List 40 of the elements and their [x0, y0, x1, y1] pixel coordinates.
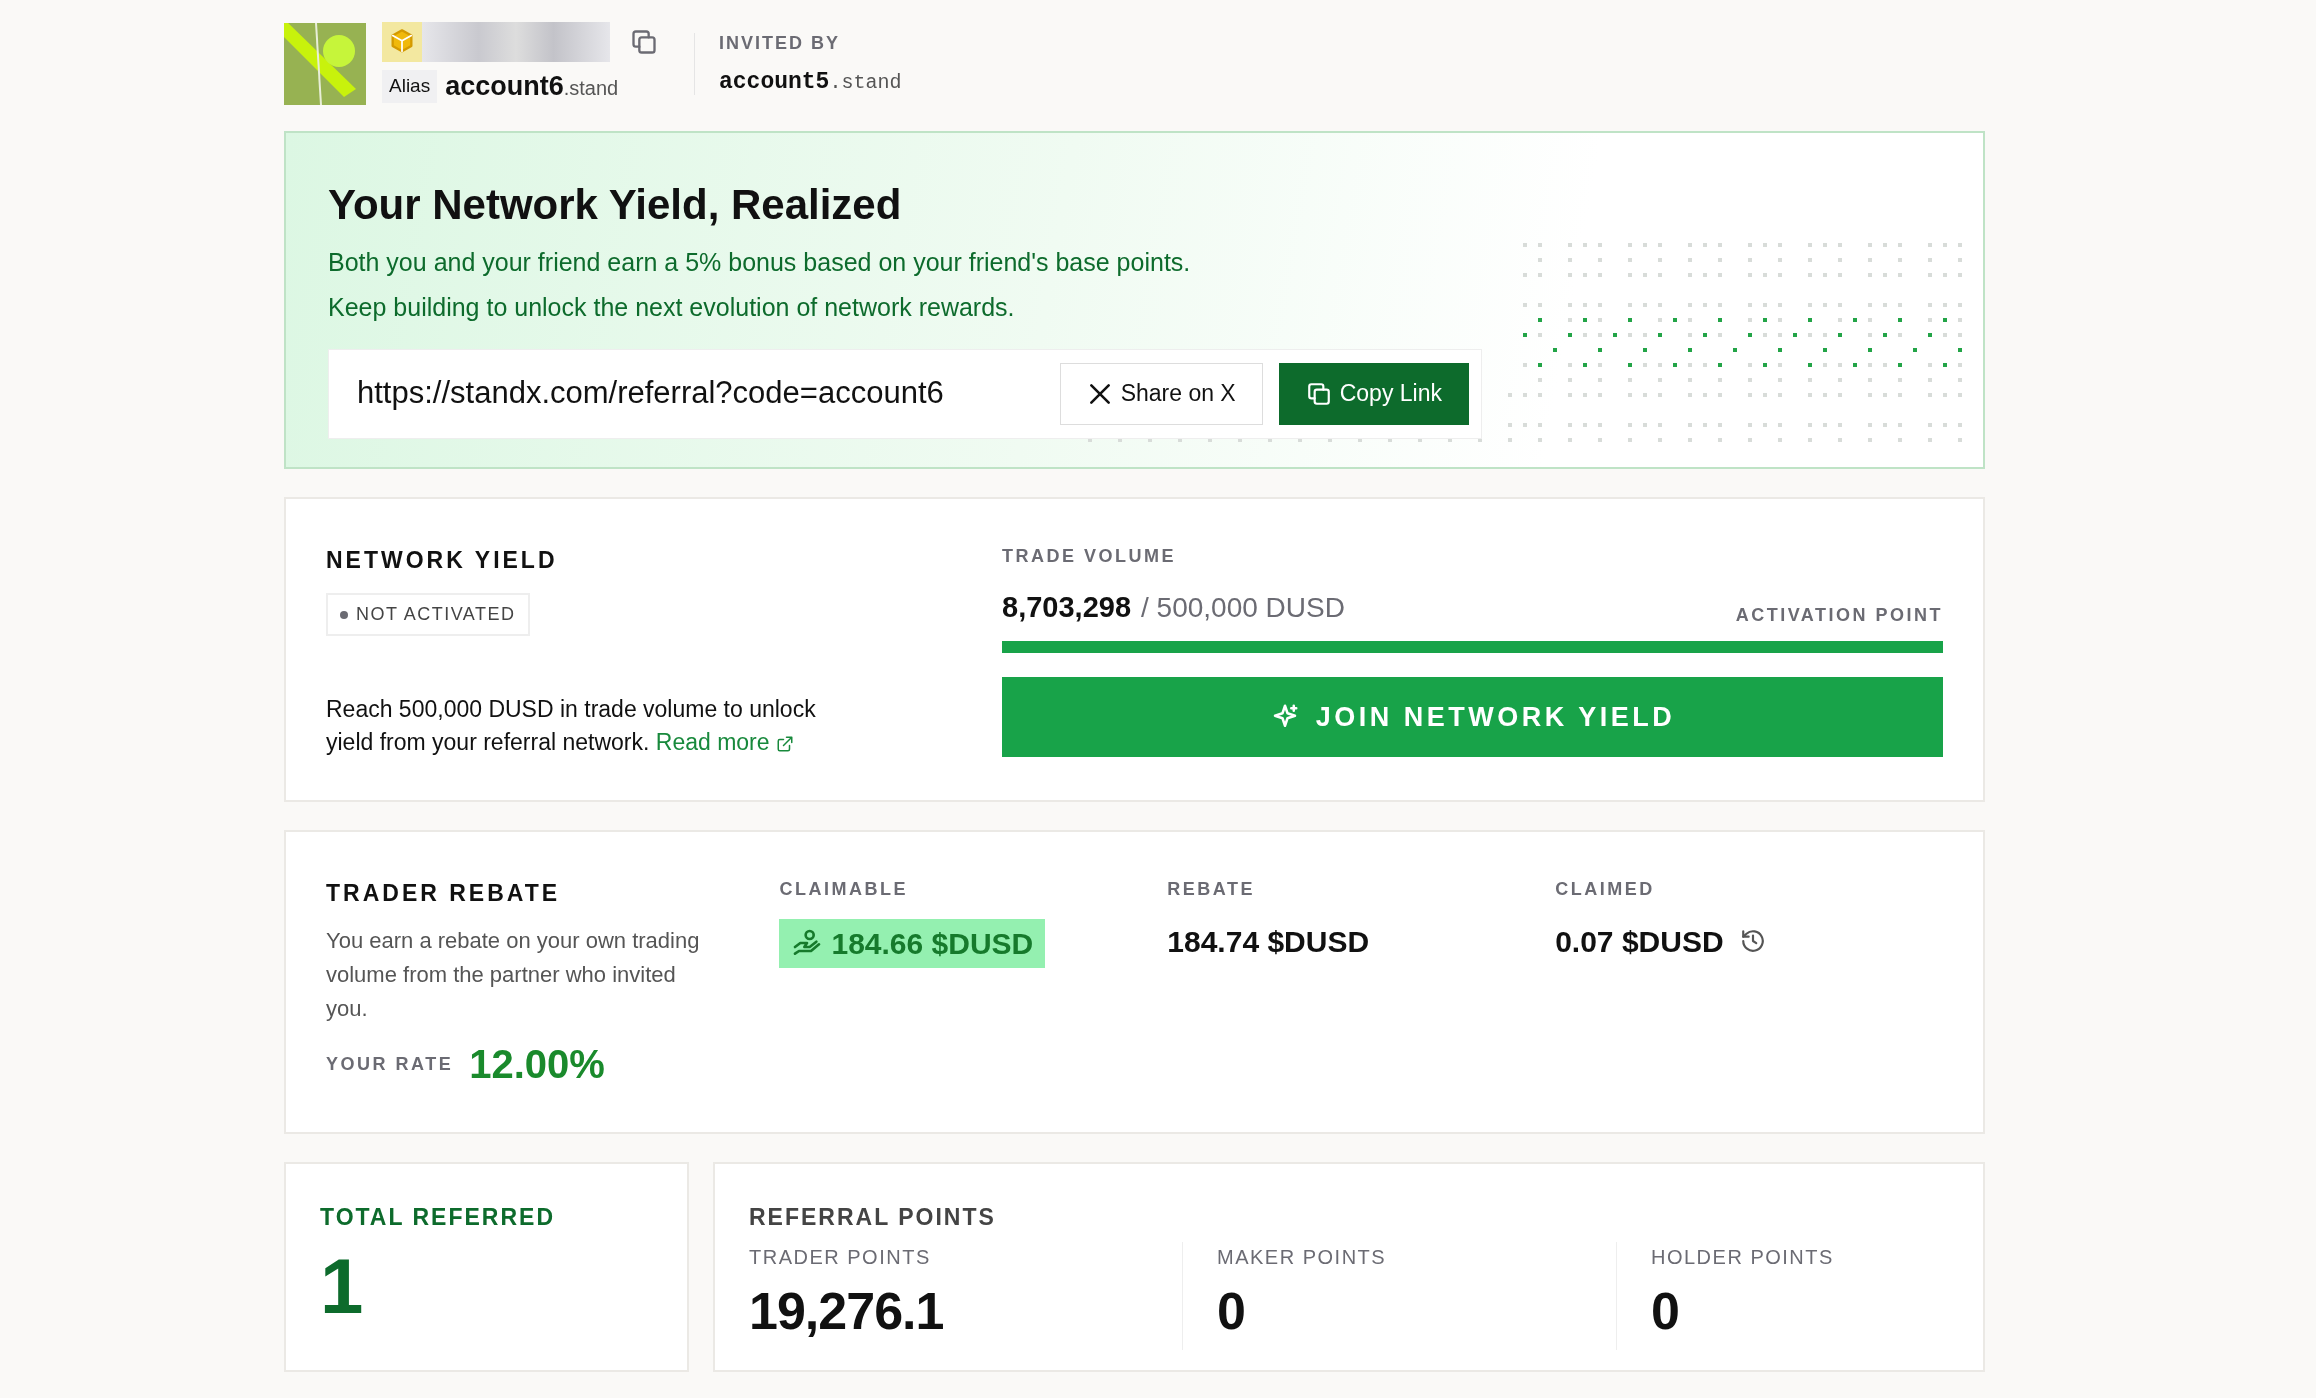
- trade-volume-value: 8,703,298 / 500,000 DUSD: [1002, 589, 1345, 625]
- description-text: Reach 500,000 DUSD in trade volume to unlock yield from your referral network. Read more: [326, 694, 817, 758]
- points-label: TRADER POINTS: [749, 1245, 932, 1270]
- invited-by-label: INVITED BY: [719, 31, 841, 55]
- copy-icon: [1305, 380, 1332, 407]
- trade-volume-label: TRADE VOLUME: [1002, 544, 1177, 568]
- section-title: TRADER REBATE: [326, 878, 562, 908]
- points-label: HOLDER POINTS: [1651, 1245, 1834, 1270]
- stat-value: 184.74 $DUSD: [1167, 923, 1370, 960]
- total-referred-label: TOTAL REFERRED: [320, 1202, 556, 1232]
- claimable-amount: 184.66 $DUSD: [779, 918, 1046, 968]
- stat-label: REBATE: [1167, 877, 1256, 901]
- activation-point-label: ACTIVATION POINT: [1735, 604, 1943, 627]
- points-value: 19,276.1: [749, 1281, 945, 1342]
- referral-link-field[interactable]: https://standx.com/referral?code=account6: [357, 370, 1060, 417]
- history-icon[interactable]: [1739, 928, 1766, 954]
- alias-name: account6.stand: [445, 70, 619, 103]
- copy-link-button[interactable]: Copy Link: [1278, 362, 1469, 425]
- alias-tag: Alias: [382, 70, 438, 103]
- stat-value: 0.07 $DUSD: [1555, 923, 1724, 960]
- invited-by-name: account5.stand: [719, 67, 902, 97]
- banner-title: Your Network Yield, Realized: [328, 179, 903, 230]
- rate-value: 12.00%: [469, 1041, 605, 1089]
- banner-text: Keep building to unlock the next evolution of network rewards.: [328, 292, 1016, 323]
- rate-label: YOUR RATE: [326, 1052, 454, 1076]
- copy-icon[interactable]: [630, 28, 658, 56]
- description-text: You earn a rebate on your own trading volume from the partner who invited you.: [326, 927, 701, 1024]
- section-title: NETWORK YIELD: [326, 545, 559, 575]
- status-badge: NOT ACTIVATED: [326, 593, 530, 636]
- share-button[interactable]: Share on X: [1059, 362, 1263, 425]
- referral-points-title: REFERRAL POINTS: [749, 1202, 997, 1232]
- points-value: 0: [1217, 1281, 1246, 1342]
- external-link-icon: [775, 735, 794, 754]
- read-more-link[interactable]: Read more: [655, 729, 794, 756]
- stat-label: CLAIMED: [1555, 877, 1656, 901]
- stat-label: CLAIMABLE: [779, 877, 909, 901]
- points-value: 0: [1651, 1281, 1680, 1342]
- banner-text: Both you and your friend earn a 5% bonus based on your friend's base points.: [328, 246, 1192, 278]
- total-referred-value: 1: [320, 1244, 365, 1330]
- points-label: MAKER POINTS: [1217, 1245, 1388, 1270]
